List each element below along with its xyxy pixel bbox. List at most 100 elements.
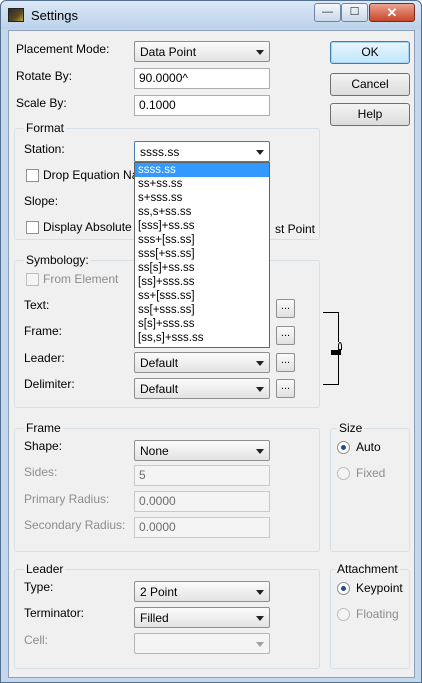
first-point-label: st Point xyxy=(275,222,316,236)
shape-dropdown[interactable]: None xyxy=(134,440,270,461)
station-option[interactable]: ss[s]+ss.ss xyxy=(135,261,269,275)
station-option[interactable]: s[s]+sss.ss xyxy=(135,317,269,331)
help-button[interactable]: Help xyxy=(330,103,410,126)
leader-preview-graphic-lower xyxy=(323,355,339,385)
scale-by-input[interactable]: 0.1000 xyxy=(134,95,270,116)
drop-equation-label: Drop Equation Na xyxy=(43,168,139,182)
station-option[interactable]: ss,s+ss.ss xyxy=(135,205,269,219)
size-fixed-radio[interactable] xyxy=(337,467,350,480)
secondary-radius-label: Secondary Radius: xyxy=(24,518,126,532)
leader-symbology-dropdown[interactable]: Default xyxy=(134,352,270,373)
station-option[interactable]: s+sss.ss xyxy=(135,191,269,205)
rotate-by-label: Rotate By: xyxy=(16,69,73,83)
close-icon: ✕ xyxy=(386,5,398,20)
minimize-button[interactable]: — xyxy=(314,3,341,22)
placement-mode-dropdown[interactable]: Data Point xyxy=(134,41,270,62)
terminator-value: Filled xyxy=(140,611,169,625)
frame-symbology-label: Frame: xyxy=(24,324,63,338)
rotate-by-input[interactable]: 90.0000^ xyxy=(134,68,270,89)
station-options-list[interactable]: ssss.ss ss+ss.ss s+sss.ss ss,s+ss.ss [ss… xyxy=(134,162,270,348)
station-option[interactable]: sss[+ss.ss] xyxy=(135,247,269,261)
leader-symbology-value: Default xyxy=(140,356,179,370)
terminator-dropdown[interactable]: Filled xyxy=(134,607,270,628)
station-label: Station: xyxy=(24,142,65,156)
terminator-label: Terminator: xyxy=(24,606,85,620)
chevron-down-icon xyxy=(256,361,264,366)
size-auto-label: Auto xyxy=(356,440,381,454)
primary-radius-input[interactable]: 0.0000 xyxy=(134,491,270,512)
secondary-radius-input[interactable]: 0.0000 xyxy=(134,517,270,538)
chevron-down-icon xyxy=(256,616,264,621)
station-option[interactable]: ss[+sss.ss] xyxy=(135,303,269,317)
delimiter-dropdown[interactable]: Default xyxy=(134,378,270,399)
chevron-down-icon xyxy=(256,387,264,392)
display-absolute-checkbox[interactable] xyxy=(26,221,39,234)
text-browse-button[interactable]: ... xyxy=(276,299,295,318)
cell-dropdown[interactable] xyxy=(134,633,270,654)
frame-group-title: Frame xyxy=(24,421,63,435)
primary-radius-label: Primary Radius: xyxy=(24,492,110,506)
cell-label: Cell: xyxy=(24,633,49,647)
attachment-floating-radio[interactable] xyxy=(337,608,350,621)
ok-button[interactable]: OK xyxy=(330,41,410,64)
maximize-button[interactable]: ☐ xyxy=(341,3,368,22)
chevron-down-icon xyxy=(256,590,264,595)
leader-preview-graphic xyxy=(323,312,339,342)
attachment-group-title: Attachment xyxy=(335,562,400,576)
sides-input[interactable]: 5 xyxy=(134,465,270,486)
symbology-group-title: Symbology: xyxy=(24,253,91,267)
delimiter-value: Default xyxy=(140,382,179,396)
leader-type-value: 2 Point xyxy=(140,585,178,599)
station-option[interactable]: [ss]+sss.ss xyxy=(135,275,269,289)
placement-mode-label: Placement Mode: xyxy=(16,42,110,56)
format-group-title: Format xyxy=(24,121,67,135)
size-group-title: Size xyxy=(337,421,365,435)
app-icon xyxy=(8,8,24,22)
title-bar[interactable]: Settings — ☐ ✕ xyxy=(1,1,421,29)
delimiter-label: Delimiter: xyxy=(24,377,75,391)
station-dropdown[interactable]: ssss.ss xyxy=(134,141,270,162)
chevron-down-icon xyxy=(256,449,264,454)
settings-window: Settings — ☐ ✕ Placement Mode: Data Poin… xyxy=(0,0,422,683)
cancel-button[interactable]: Cancel xyxy=(330,73,410,96)
text-symbology-label: Text: xyxy=(24,298,50,312)
placement-mode-value: Data Point xyxy=(140,45,197,59)
station-option[interactable]: [ss,s]+sss.ss xyxy=(135,331,269,345)
leader-type-dropdown[interactable]: 2 Point xyxy=(134,581,270,602)
from-element-checkbox[interactable] xyxy=(26,273,39,286)
size-auto-radio[interactable] xyxy=(337,441,350,454)
station-value: ssss.ss xyxy=(140,145,180,159)
minimize-icon: — xyxy=(322,6,333,18)
close-button[interactable]: ✕ xyxy=(369,3,415,22)
delimiter-browse-button[interactable]: ... xyxy=(276,379,295,398)
dialog-body: Placement Mode: Data Point Rotate By: 90… xyxy=(8,30,415,678)
attachment-keypoint-label: Keypoint xyxy=(356,581,403,595)
attachment-keypoint-radio[interactable] xyxy=(337,582,350,595)
chevron-down-icon xyxy=(256,50,264,55)
chevron-down-icon xyxy=(256,642,264,647)
chevron-down-icon xyxy=(256,150,264,155)
shape-value: None xyxy=(140,444,169,458)
maximize-icon: ☐ xyxy=(349,6,360,18)
station-option[interactable]: ss+ss.ss xyxy=(135,177,269,191)
sides-label: Sides: xyxy=(24,465,58,479)
drop-equation-checkbox[interactable] xyxy=(26,169,39,182)
leader-symbology-label: Leader: xyxy=(24,351,65,365)
from-element-label: From Element xyxy=(43,272,119,286)
size-fixed-label: Fixed xyxy=(356,466,386,480)
leader-group-title: Leader xyxy=(24,562,66,576)
leader-type-label: Type: xyxy=(24,580,54,594)
slope-label: Slope: xyxy=(24,194,59,208)
display-absolute-label: Display Absolute xyxy=(43,220,132,234)
attachment-floating-label: Floating xyxy=(356,607,399,621)
station-option[interactable]: ss+[sss.ss] xyxy=(135,289,269,303)
leader-preview-hook xyxy=(338,342,342,350)
leader-browse-button[interactable]: ... xyxy=(276,353,295,372)
window-title: Settings xyxy=(31,8,78,23)
scale-by-label: Scale By: xyxy=(16,96,67,110)
frame-browse-button[interactable]: ... xyxy=(276,326,295,345)
station-option[interactable]: ssss.ss xyxy=(135,163,269,177)
station-option[interactable]: sss+[ss.ss] xyxy=(135,233,269,247)
shape-label: Shape: xyxy=(24,439,63,453)
station-option[interactable]: [sss]+ss.ss xyxy=(135,219,269,233)
